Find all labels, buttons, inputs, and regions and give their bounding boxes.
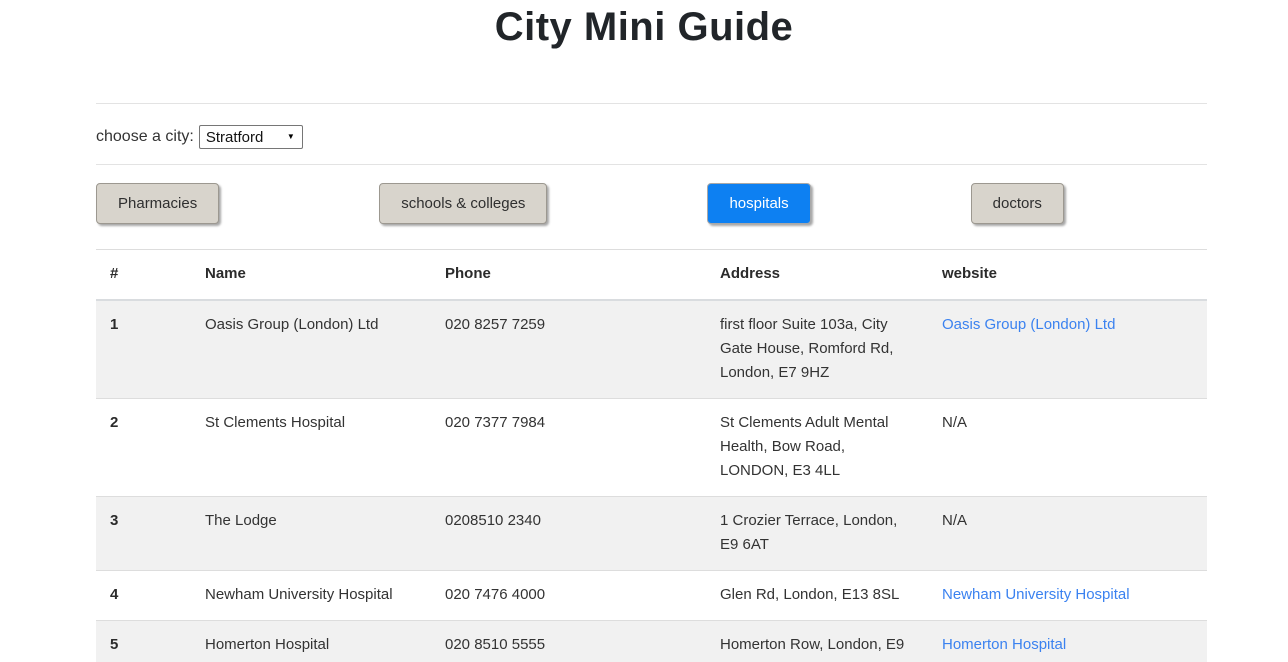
table-row: 2St Clements Hospital020 7377 7984St Cle…	[96, 399, 1207, 497]
website-cell: N/A	[928, 497, 1207, 571]
website-cell: Oasis Group (London) Ltd	[928, 300, 1207, 399]
page-title: City Mini Guide	[0, 0, 1288, 50]
row-number-cell: 2	[96, 399, 191, 497]
phone-cell: 0208510 2340	[431, 497, 706, 571]
row-number-cell: 3	[96, 497, 191, 571]
header-name: Name	[191, 250, 431, 301]
hospitals-table-body: 1Oasis Group (London) Ltd020 8257 7259fi…	[96, 300, 1207, 662]
doctors-button[interactable]: doctors	[971, 183, 1064, 224]
website-link[interactable]: Newham University Hospital	[942, 586, 1130, 603]
divider	[96, 103, 1207, 104]
name-cell: Newham University Hospital	[191, 571, 431, 621]
name-cell: St Clements Hospital	[191, 399, 431, 497]
phone-cell: 020 8257 7259	[431, 300, 706, 399]
city-selector-row: choose a city: Stratford ▼	[96, 124, 1207, 150]
header-phone: Phone	[431, 250, 706, 301]
table-row: 1Oasis Group (London) Ltd020 8257 7259fi…	[96, 300, 1207, 399]
website-cell: Homerton Hospital	[928, 621, 1207, 662]
table-row: 4Newham University Hospital020 7476 4000…	[96, 571, 1207, 621]
address-cell: 1 Crozier Terrace, London, E9 6AT	[706, 497, 928, 571]
website-link[interactable]: Oasis Group (London) Ltd	[942, 316, 1115, 333]
city-select[interactable]: Stratford ▼	[199, 125, 303, 149]
address-cell: Glen Rd, London, E13 8SL	[706, 571, 928, 621]
name-cell: Homerton Hospital	[191, 621, 431, 662]
chevron-down-icon: ▼	[287, 133, 295, 141]
address-cell: first floor Suite 103a, City Gate House,…	[706, 300, 928, 399]
schools-colleges-button[interactable]: schools & colleges	[379, 183, 547, 224]
table-row: 5Homerton Hospital020 8510 5555Homerton …	[96, 621, 1207, 662]
category-button-row: Pharmacies schools & colleges hospitals …	[96, 183, 1207, 224]
hospitals-table: # Name Phone Address website 1Oasis Grou…	[96, 249, 1207, 662]
phone-cell: 020 7377 7984	[431, 399, 706, 497]
table-row: 3The Lodge0208510 23401 Crozier Terrace,…	[96, 497, 1207, 571]
hospitals-button[interactable]: hospitals	[707, 183, 810, 224]
phone-cell: 020 7476 4000	[431, 571, 706, 621]
header-address: Address	[706, 250, 928, 301]
city-select-label: choose a city:	[96, 128, 194, 146]
name-cell: Oasis Group (London) Ltd	[191, 300, 431, 399]
city-select-value: Stratford	[206, 129, 264, 146]
address-cell: St Clements Adult Mental Health, Bow Roa…	[706, 399, 928, 497]
website-cell: Newham University Hospital	[928, 571, 1207, 621]
row-number-cell: 1	[96, 300, 191, 399]
header-website: website	[928, 250, 1207, 301]
header-number: #	[96, 250, 191, 301]
website-cell: N/A	[928, 399, 1207, 497]
row-number-cell: 4	[96, 571, 191, 621]
divider	[96, 164, 1207, 165]
name-cell: The Lodge	[191, 497, 431, 571]
address-cell: Homerton Row, London, E9 6SR	[706, 621, 928, 662]
table-header-row: # Name Phone Address website	[96, 250, 1207, 301]
phone-cell: 020 8510 5555	[431, 621, 706, 662]
pharmacies-button[interactable]: Pharmacies	[96, 183, 219, 224]
row-number-cell: 5	[96, 621, 191, 662]
website-link[interactable]: Homerton Hospital	[942, 636, 1066, 653]
